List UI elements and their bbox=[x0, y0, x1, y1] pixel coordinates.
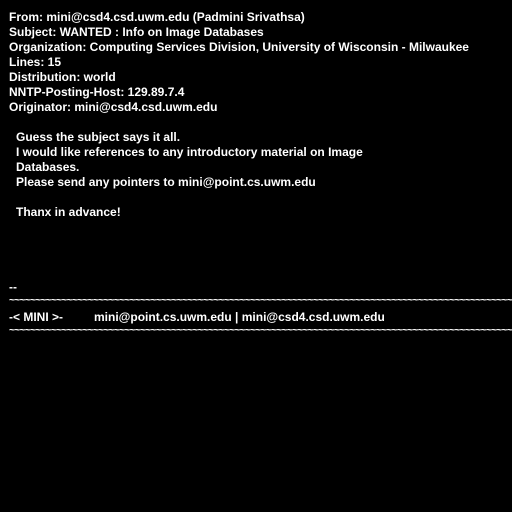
body-line-1: Guess the subject says it all. bbox=[16, 130, 181, 144]
header-subject: Subject: WANTED : Info on Image Database… bbox=[9, 25, 264, 39]
signature-rule-top: ~~~~~~~~~~~~~~~~~~~~~~~~~~~~~~~~~~~~~~~~… bbox=[9, 296, 512, 306]
body-line-2: I would like references to any introduct… bbox=[16, 145, 363, 159]
header-from: From: mini@csd4.csd.uwm.edu (Padmini Sri… bbox=[9, 10, 305, 24]
body-line-3: Databases. bbox=[16, 160, 80, 174]
header-nntp-posting-host: NNTP-Posting-Host: 129.89.7.4 bbox=[9, 85, 185, 99]
signature-separator: -- bbox=[9, 280, 17, 294]
header-lines: Lines: 15 bbox=[9, 55, 62, 69]
header-organization: Organization: Computing Services Divisio… bbox=[9, 40, 469, 54]
header-distribution: Distribution: world bbox=[9, 70, 116, 84]
signature-emails: mini@point.cs.uwm.edu | mini@csd4.csd.uw… bbox=[94, 310, 385, 324]
body-line-5: Thanx in advance! bbox=[16, 205, 121, 219]
signature-name: -< MINI >- bbox=[9, 310, 64, 324]
signature-rule-bottom: ~~~~~~~~~~~~~~~~~~~~~~~~~~~~~~~~~~~~~~~~… bbox=[9, 326, 512, 336]
header-originator: Originator: mini@csd4.csd.uwm.edu bbox=[9, 100, 218, 114]
body-line-4: Please send any pointers to mini@point.c… bbox=[16, 175, 316, 189]
